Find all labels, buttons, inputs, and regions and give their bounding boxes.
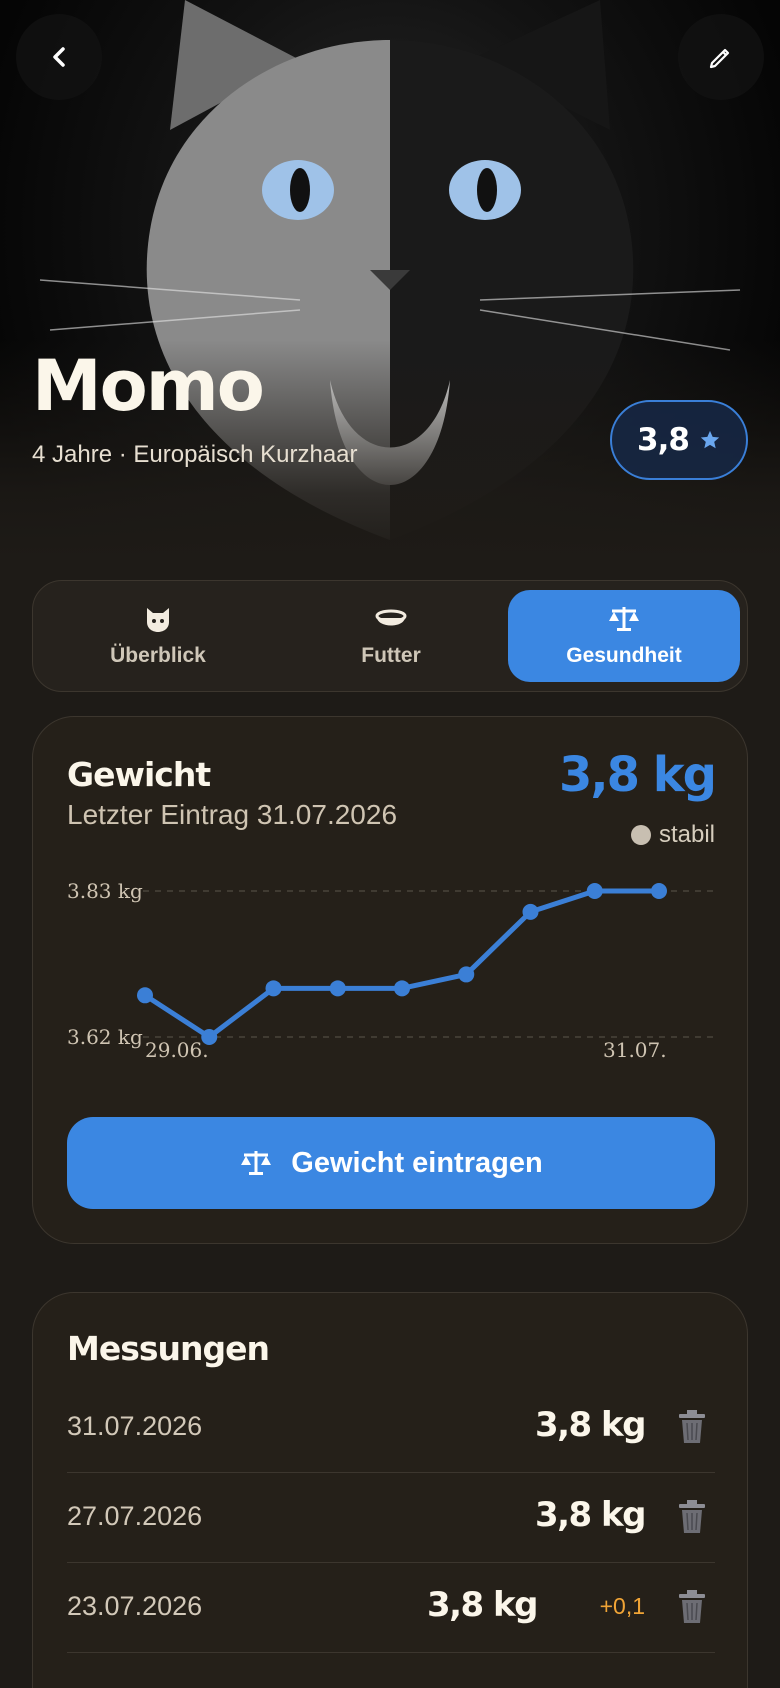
- tab-label: Futter: [361, 644, 421, 667]
- measurements-title: Messungen: [67, 1329, 270, 1368]
- section-tabs: Überblick Futter Gesundheit: [32, 580, 748, 692]
- chevron-left-icon: [53, 47, 65, 67]
- tab-label: Überblick: [110, 644, 206, 667]
- pet-name: Momo: [32, 345, 265, 427]
- weight-data-point: [329, 980, 346, 997]
- pet-subtitle: 4 Jahre · Europäisch Kurzhaar: [32, 441, 358, 468]
- weight-card: Gewicht Letzter Eintrag 31.07.2026 3,8 k…: [32, 716, 748, 1244]
- measurement-row: 27.07.2026 3,8 kg: [67, 1473, 715, 1563]
- scale-icon: [241, 1151, 272, 1175]
- bowl-icon: [375, 609, 407, 626]
- measurement-date: 31.07.2026: [67, 1411, 203, 1441]
- measurement-date: 27.07.2026: [67, 1501, 203, 1531]
- trash-icon[interactable]: [675, 1589, 709, 1625]
- trend-label: stabil: [658, 821, 715, 848]
- trash-icon[interactable]: [675, 1409, 709, 1445]
- weight-data-point: [458, 966, 475, 983]
- measurement-row: 31.07.2026 3,8 kg: [67, 1383, 715, 1473]
- rating-value: 3,8: [637, 422, 690, 458]
- weight-data-point: [651, 883, 667, 899]
- y-tick-label: 3.83 kg: [67, 879, 143, 903]
- pencil-icon: [709, 48, 730, 69]
- trash-icon[interactable]: [675, 1499, 709, 1535]
- trend-status: stabil: [630, 821, 715, 849]
- tab-futter[interactable]: Futter: [275, 590, 507, 682]
- measurements-card: Messungen 31.07.2026 3,8 kg 27.07.2026 3,8 …: [32, 1292, 748, 1688]
- add-weight-button[interactable]: Gewicht eintragen: [67, 1117, 715, 1209]
- measurement-weight: 3,8 kg: [534, 1495, 647, 1535]
- cat-face-icon: [147, 608, 169, 632]
- weight-chart: 3.83 kg 3.62 kg29.06. 31.07.: [67, 879, 713, 1062]
- weight-data-point: [586, 883, 603, 899]
- measurement-delta: +0,1: [599, 1593, 645, 1619]
- rating-badge[interactable]: 3,8: [610, 400, 748, 480]
- x-tick-label: 29.06.: [145, 1038, 209, 1062]
- measurement-row: 23.07.2026 3,8 kg +0,1: [67, 1563, 715, 1653]
- back-button[interactable]: [16, 14, 102, 100]
- x-tick-label: 31.07.: [603, 1038, 667, 1062]
- star-icon: [700, 430, 720, 449]
- current-weight: 3,8 kg: [558, 747, 717, 803]
- weight-data-point: [137, 987, 153, 1004]
- weight-title: Gewicht: [67, 755, 211, 794]
- y-tick-label: 3.62 kg: [67, 1025, 143, 1049]
- tab-gesundheit[interactable]: Gesundheit: [508, 590, 740, 682]
- measurement-weight: 3,8 kg: [426, 1585, 539, 1625]
- measurement-date: 23.07.2026: [67, 1591, 203, 1621]
- last-entry-text: Letzter Eintrag 31.07.2026: [67, 799, 398, 830]
- weight-series-line: [143, 888, 659, 1040]
- weight-data-point: [394, 980, 410, 997]
- weight-data-point: [265, 980, 282, 997]
- edit-button[interactable]: [678, 14, 764, 100]
- measurement-weight: 3,8 kg: [534, 1405, 647, 1445]
- measurement-row: [67, 1653, 715, 1688]
- trend-dot-icon: [630, 825, 651, 845]
- add-weight-label: Gewicht eintragen: [291, 1146, 543, 1179]
- scale-icon: [609, 607, 639, 631]
- tab-label: Gesundheit: [566, 644, 682, 667]
- tab-ueberblick[interactable]: Überblick: [42, 590, 274, 682]
- weight-data-point: [522, 903, 539, 920]
